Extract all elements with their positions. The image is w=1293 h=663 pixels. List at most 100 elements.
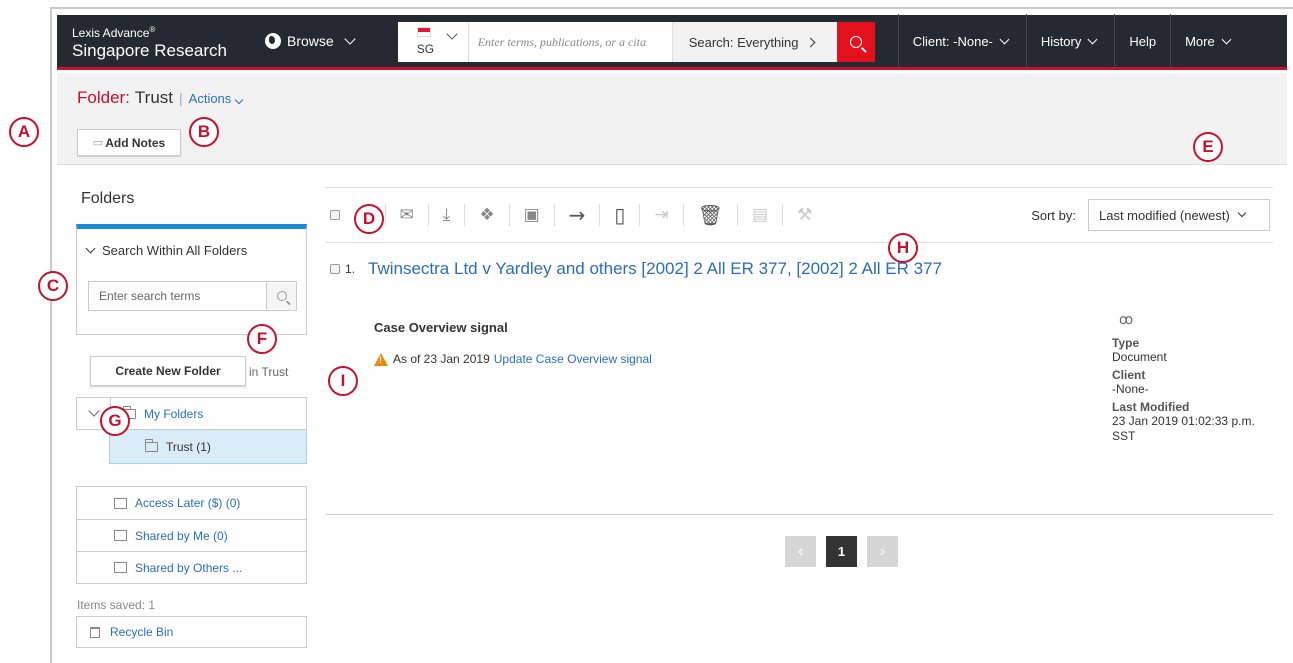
folder-label: Folder:: [77, 88, 130, 107]
chevron-down-icon: [1237, 208, 1247, 218]
callout-h: H: [888, 233, 918, 263]
share-icon[interactable]: ▤: [737, 204, 782, 226]
recycle-bin-icon: [90, 626, 100, 638]
title-separator: |: [179, 90, 183, 106]
move-icon[interactable]: ⇥: [639, 204, 682, 226]
country-selector[interactable]: SG: [398, 22, 469, 62]
export-icon[interactable]: ▣: [508, 204, 554, 226]
brand-title: Singapore Research: [72, 41, 227, 60]
folder-search-input[interactable]: [89, 282, 267, 310]
type-value: Document: [1112, 350, 1167, 364]
page-header: Folder: Trust | Actions ▭ Add Notes: [57, 73, 1287, 165]
folder-name: Trust: [134, 88, 174, 107]
recycle-bin-label: Recycle Bin: [110, 625, 174, 639]
callout-d: D: [354, 204, 384, 234]
app-frame: Lexis Advance® Singapore Research Browse…: [50, 7, 1293, 663]
chevron-right-icon: [805, 37, 815, 47]
chevron-down-icon: [446, 28, 458, 40]
actions-menu[interactable]: Actions: [188, 91, 244, 106]
access-later-link[interactable]: Access Later ($) (0): [77, 487, 306, 519]
wrench-icon[interactable]: ⚒: [782, 204, 826, 226]
brand-small: Lexis Advance: [72, 26, 150, 40]
shared-by-others-link[interactable]: Shared by Others ...: [77, 551, 306, 583]
sort-select[interactable]: Last modified (newest): [1088, 199, 1270, 231]
nav-right: Client: -None- History Help More: [897, 13, 1248, 69]
share-folder-icon: [114, 530, 127, 541]
chevron-down-icon: [344, 33, 356, 45]
callout-g: G: [100, 406, 130, 436]
chevron-down-icon: [999, 34, 1010, 44]
search-icon: [276, 291, 287, 301]
result-checkbox[interactable]: [330, 264, 340, 274]
search-within-toggle[interactable]: Search Within All Folders: [85, 243, 248, 258]
pagination: ‹ 1 ›: [785, 536, 898, 567]
search-within-label: Search Within All Folders: [102, 243, 248, 258]
clock-icon: [114, 497, 127, 509]
actions-label: Actions: [188, 91, 232, 106]
signal-heading: Case Overview signal: [374, 320, 508, 335]
search-scope-label: Search: Everything: [688, 34, 799, 50]
folders-heading: Folders: [81, 190, 135, 207]
trust-folder-label: Trust (1): [166, 439, 211, 454]
registered-mark: ®: [149, 25, 156, 34]
shared-by-me-link[interactable]: Shared by Me (0): [77, 519, 306, 551]
result-metadata: ꝏ Type Document Client -None- Last Modif…: [1112, 311, 1272, 446]
globe-icon: [265, 33, 281, 49]
results-toolbar: ▾ ✉ ⤓ ❖ ▣ → ▯ ⇥ 🗑 ▤ ⚒ Sort by: Last modi…: [326, 187, 1273, 243]
folder-search: [88, 281, 297, 311]
more-menu[interactable]: More: [1170, 13, 1248, 69]
help-label: Help: [1129, 33, 1157, 49]
result-item: 1. Twinsectra Ltd v Yardley and others […: [326, 259, 1273, 443]
folder-icon: [145, 438, 158, 452]
search-scope-button[interactable]: Search: Everything: [671, 22, 837, 62]
email-icon[interactable]: ✉: [384, 204, 428, 226]
create-new-folder-button[interactable]: Create New Folder: [90, 356, 246, 386]
page-1-button[interactable]: 1: [826, 536, 857, 567]
top-nav: Lexis Advance® Singapore Research Browse…: [57, 13, 1287, 70]
main-search: SG Search: Everything: [397, 22, 875, 62]
add-notes-button[interactable]: ▭ Add Notes: [77, 129, 181, 156]
delete-icon[interactable]: 🗑: [682, 203, 737, 227]
main-search-input[interactable]: [468, 22, 672, 62]
sort-value: Last modified (newest): [1099, 207, 1230, 223]
client-label: Client: [1112, 368, 1146, 382]
brand-logo[interactable]: Lexis Advance® Singapore Research: [57, 15, 253, 67]
select-all-checkbox[interactable]: [330, 210, 340, 220]
recycle-bin-link[interactable]: Recycle Bin: [76, 616, 307, 648]
callout-c: C: [38, 271, 68, 301]
prev-page-button[interactable]: ‹: [785, 536, 816, 567]
client-menu[interactable]: Client: -None-: [897, 13, 1026, 69]
callout-f: F: [247, 324, 277, 354]
chevron-down-icon: [1087, 34, 1098, 44]
dropbox-icon[interactable]: ❖: [464, 204, 508, 226]
browse-label: Browse: [287, 33, 334, 49]
arrow-right-icon[interactable]: →: [553, 203, 600, 227]
browse-menu[interactable]: Browse: [253, 15, 372, 67]
singapore-flag-icon: [416, 27, 431, 37]
type-label: Type: [1112, 336, 1140, 350]
tree-item-trust[interactable]: Trust (1): [109, 430, 307, 464]
search-icon: [849, 36, 862, 48]
history-menu[interactable]: History: [1025, 13, 1114, 69]
more-label: More: [1185, 33, 1215, 49]
as-of-text: As of 23 Jan 2019: [393, 352, 490, 366]
results-divider: [326, 514, 1273, 515]
copy-icon[interactable]: ▯: [599, 203, 639, 227]
modified-label: Last Modified: [1112, 400, 1190, 414]
glasses-icon[interactable]: ꝏ: [1119, 311, 1272, 328]
search-button[interactable]: [836, 22, 875, 62]
share-folder-icon: [114, 562, 127, 573]
in-trust-label: in Trust: [249, 365, 289, 379]
access-later-label: Access Later ($) (0): [135, 496, 241, 510]
items-saved: Items saved: 1: [77, 598, 156, 612]
update-signal-link[interactable]: Update Case Overview signal: [494, 352, 652, 366]
help-link[interactable]: Help: [1114, 13, 1170, 69]
folder-search-button[interactable]: [266, 282, 296, 310]
country-code: SG: [416, 42, 435, 56]
client-label: Client: -None-: [912, 33, 993, 49]
next-page-button[interactable]: ›: [867, 536, 898, 567]
chevron-down-icon: [87, 405, 100, 417]
download-icon[interactable]: ⤓: [427, 204, 465, 226]
result-title-link[interactable]: Twinsectra Ltd v Yardley and others [200…: [368, 259, 942, 279]
my-folders-link[interactable]: My Folders: [144, 407, 203, 421]
